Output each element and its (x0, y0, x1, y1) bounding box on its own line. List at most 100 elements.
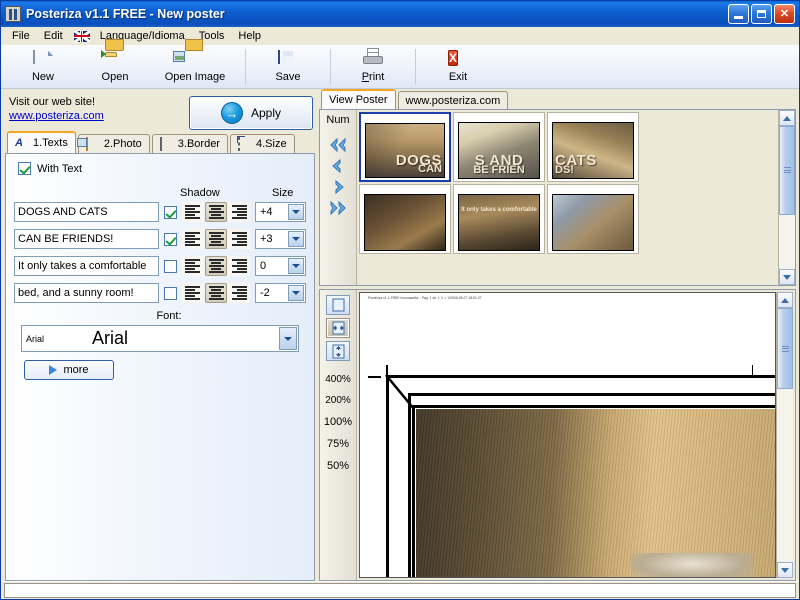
align-right-button-1[interactable] (228, 202, 250, 222)
align-left-button-3[interactable] (182, 256, 204, 276)
print-button[interactable]: Print (337, 45, 409, 88)
menu-edit[interactable]: Edit (37, 28, 70, 44)
shadow-checkbox-4[interactable] (164, 286, 177, 300)
chevron-down-icon[interactable] (288, 285, 304, 301)
align-center-button-1[interactable] (205, 202, 227, 222)
text-line-1-input[interactable] (14, 202, 159, 222)
align-center-button-4[interactable] (205, 283, 227, 303)
chevron-down-icon[interactable] (288, 258, 304, 274)
preview-scroll-track[interactable] (777, 308, 793, 562)
tile-text-2: DS! (555, 163, 574, 176)
align-left-button-1[interactable] (182, 202, 204, 222)
tile-crop: S AND BE FRIEN (458, 122, 540, 179)
toolbar-separator-2 (330, 49, 331, 84)
promo-line: Visit our web site! (9, 96, 96, 108)
menu-file[interactable]: File (5, 28, 37, 44)
with-text-checkbox[interactable] (18, 162, 31, 175)
website-link[interactable]: www.posteriza.com (9, 109, 104, 123)
zoom-100[interactable]: 100% (324, 416, 352, 428)
poster-page-preview[interactable]: Posteriza v1.1 FREE Innovasoftw - Pag. 1… (359, 292, 776, 578)
font-select[interactable]: Arial Arial (21, 325, 299, 352)
text-line-4-input[interactable] (14, 283, 159, 303)
poster-tile[interactable]: CATS DS! (547, 112, 639, 182)
align-left-button-2[interactable] (182, 229, 204, 249)
tile-photo (553, 195, 633, 250)
tab-photo[interactable]: 2.Photo (77, 134, 150, 153)
scroll-up-button[interactable] (779, 110, 795, 126)
preview-scroll-thumb[interactable] (777, 308, 793, 390)
scroll-down-button[interactable] (779, 269, 795, 285)
text-row: -2 (14, 283, 306, 303)
first-page-arrow[interactable] (328, 137, 348, 153)
chevron-down-icon[interactable] (288, 204, 304, 220)
close-button[interactable]: ✕ (774, 4, 795, 24)
minimize-button[interactable] (728, 4, 749, 24)
apply-button-label: Apply (250, 106, 282, 120)
text-line-2-input[interactable] (14, 229, 159, 249)
zoom-200[interactable]: 200% (325, 395, 351, 406)
num-label: Num (326, 114, 350, 126)
chevron-down-icon[interactable] (288, 231, 304, 247)
exit-button[interactable]: X Exit (422, 45, 494, 88)
open-image-button[interactable]: Open Image (151, 38, 239, 88)
menu-help[interactable]: Help (231, 28, 268, 44)
zoom-75[interactable]: 75% (327, 438, 349, 450)
shadow-checkbox-3[interactable] (164, 259, 177, 273)
size-select-2[interactable]: +3 (255, 229, 306, 249)
shadow-checkbox-1[interactable] (164, 205, 177, 219)
poster-tile[interactable] (547, 184, 639, 254)
fit-height-button[interactable] (326, 341, 350, 361)
tab-border[interactable]: 3.Border (151, 134, 228, 153)
tab-website[interactable]: www.posteriza.com (397, 91, 509, 109)
tab-texts[interactable]: A 1.Texts (7, 131, 76, 153)
posteriza-icon (5, 6, 21, 22)
text-line-3-input[interactable] (14, 256, 159, 276)
prev-page-arrow[interactable] (328, 158, 348, 174)
tab-border-label: 3.Border (177, 138, 220, 150)
size-select-1[interactable]: +4 (255, 202, 306, 222)
align-right-button-4[interactable] (228, 283, 250, 303)
fit-page-button[interactable] (326, 295, 350, 315)
size-select-3[interactable]: 0 (255, 256, 306, 276)
align-left-button-4[interactable] (182, 283, 204, 303)
crop-mark (368, 376, 381, 378)
more-button[interactable]: more (24, 360, 114, 380)
align-right-button-2[interactable] (228, 229, 250, 249)
open-button[interactable]: Open (79, 38, 151, 88)
tab-size-label: 4.Size (255, 138, 287, 150)
scroll-track[interactable] (779, 126, 795, 269)
align-center-button-2[interactable] (205, 229, 227, 249)
poster-tile[interactable] (359, 184, 451, 254)
preview-scroll-down-button[interactable] (777, 562, 793, 578)
scroll-thumb[interactable] (779, 126, 795, 215)
preview-area: 400% 200% 100% 75% 50% Posteriza v1.1 FR… (319, 289, 796, 581)
align-center-button-3[interactable] (205, 256, 227, 276)
apply-button[interactable]: → Apply (189, 96, 313, 130)
new-button[interactable]: New (7, 45, 79, 88)
printer-icon (363, 47, 383, 70)
page-scroll: Posteriza v1.1 FREE Innovasoftw - Pag. 1… (357, 290, 795, 580)
save-button[interactable]: Save (252, 45, 324, 88)
zoom-400[interactable]: 400% (325, 374, 351, 385)
new-document-icon (33, 49, 53, 70)
zoom-50[interactable]: 50% (327, 460, 349, 472)
poster-tile[interactable]: DOGS CAN (359, 112, 451, 182)
preview-scrollbar[interactable] (776, 292, 793, 578)
tab-size[interactable]: 4.Size (229, 134, 295, 153)
arrow-right-icon (49, 365, 58, 375)
last-page-arrow[interactable] (328, 200, 348, 216)
shadow-checkbox-2[interactable] (164, 232, 177, 246)
poster-tile[interactable]: It only takes a comfortable (453, 184, 545, 254)
size-select-4[interactable]: -2 (255, 283, 306, 303)
chevron-down-icon[interactable] (279, 327, 297, 350)
thumbnails-area: Num DOGS CAN S AND BE FRIEN CATS DS! It … (319, 109, 796, 286)
fit-width-button[interactable] (326, 318, 350, 338)
tab-view-poster[interactable]: View Poster (321, 89, 396, 109)
preview-scroll-up-button[interactable] (777, 292, 793, 308)
maximize-button[interactable] (751, 4, 772, 24)
tile-text-2: BE FRIEN (473, 163, 525, 176)
next-page-arrow[interactable] (328, 179, 348, 195)
poster-tile[interactable]: S AND BE FRIEN (453, 112, 545, 182)
thumbnails-scrollbar[interactable] (778, 110, 795, 285)
align-right-button-3[interactable] (228, 256, 250, 276)
